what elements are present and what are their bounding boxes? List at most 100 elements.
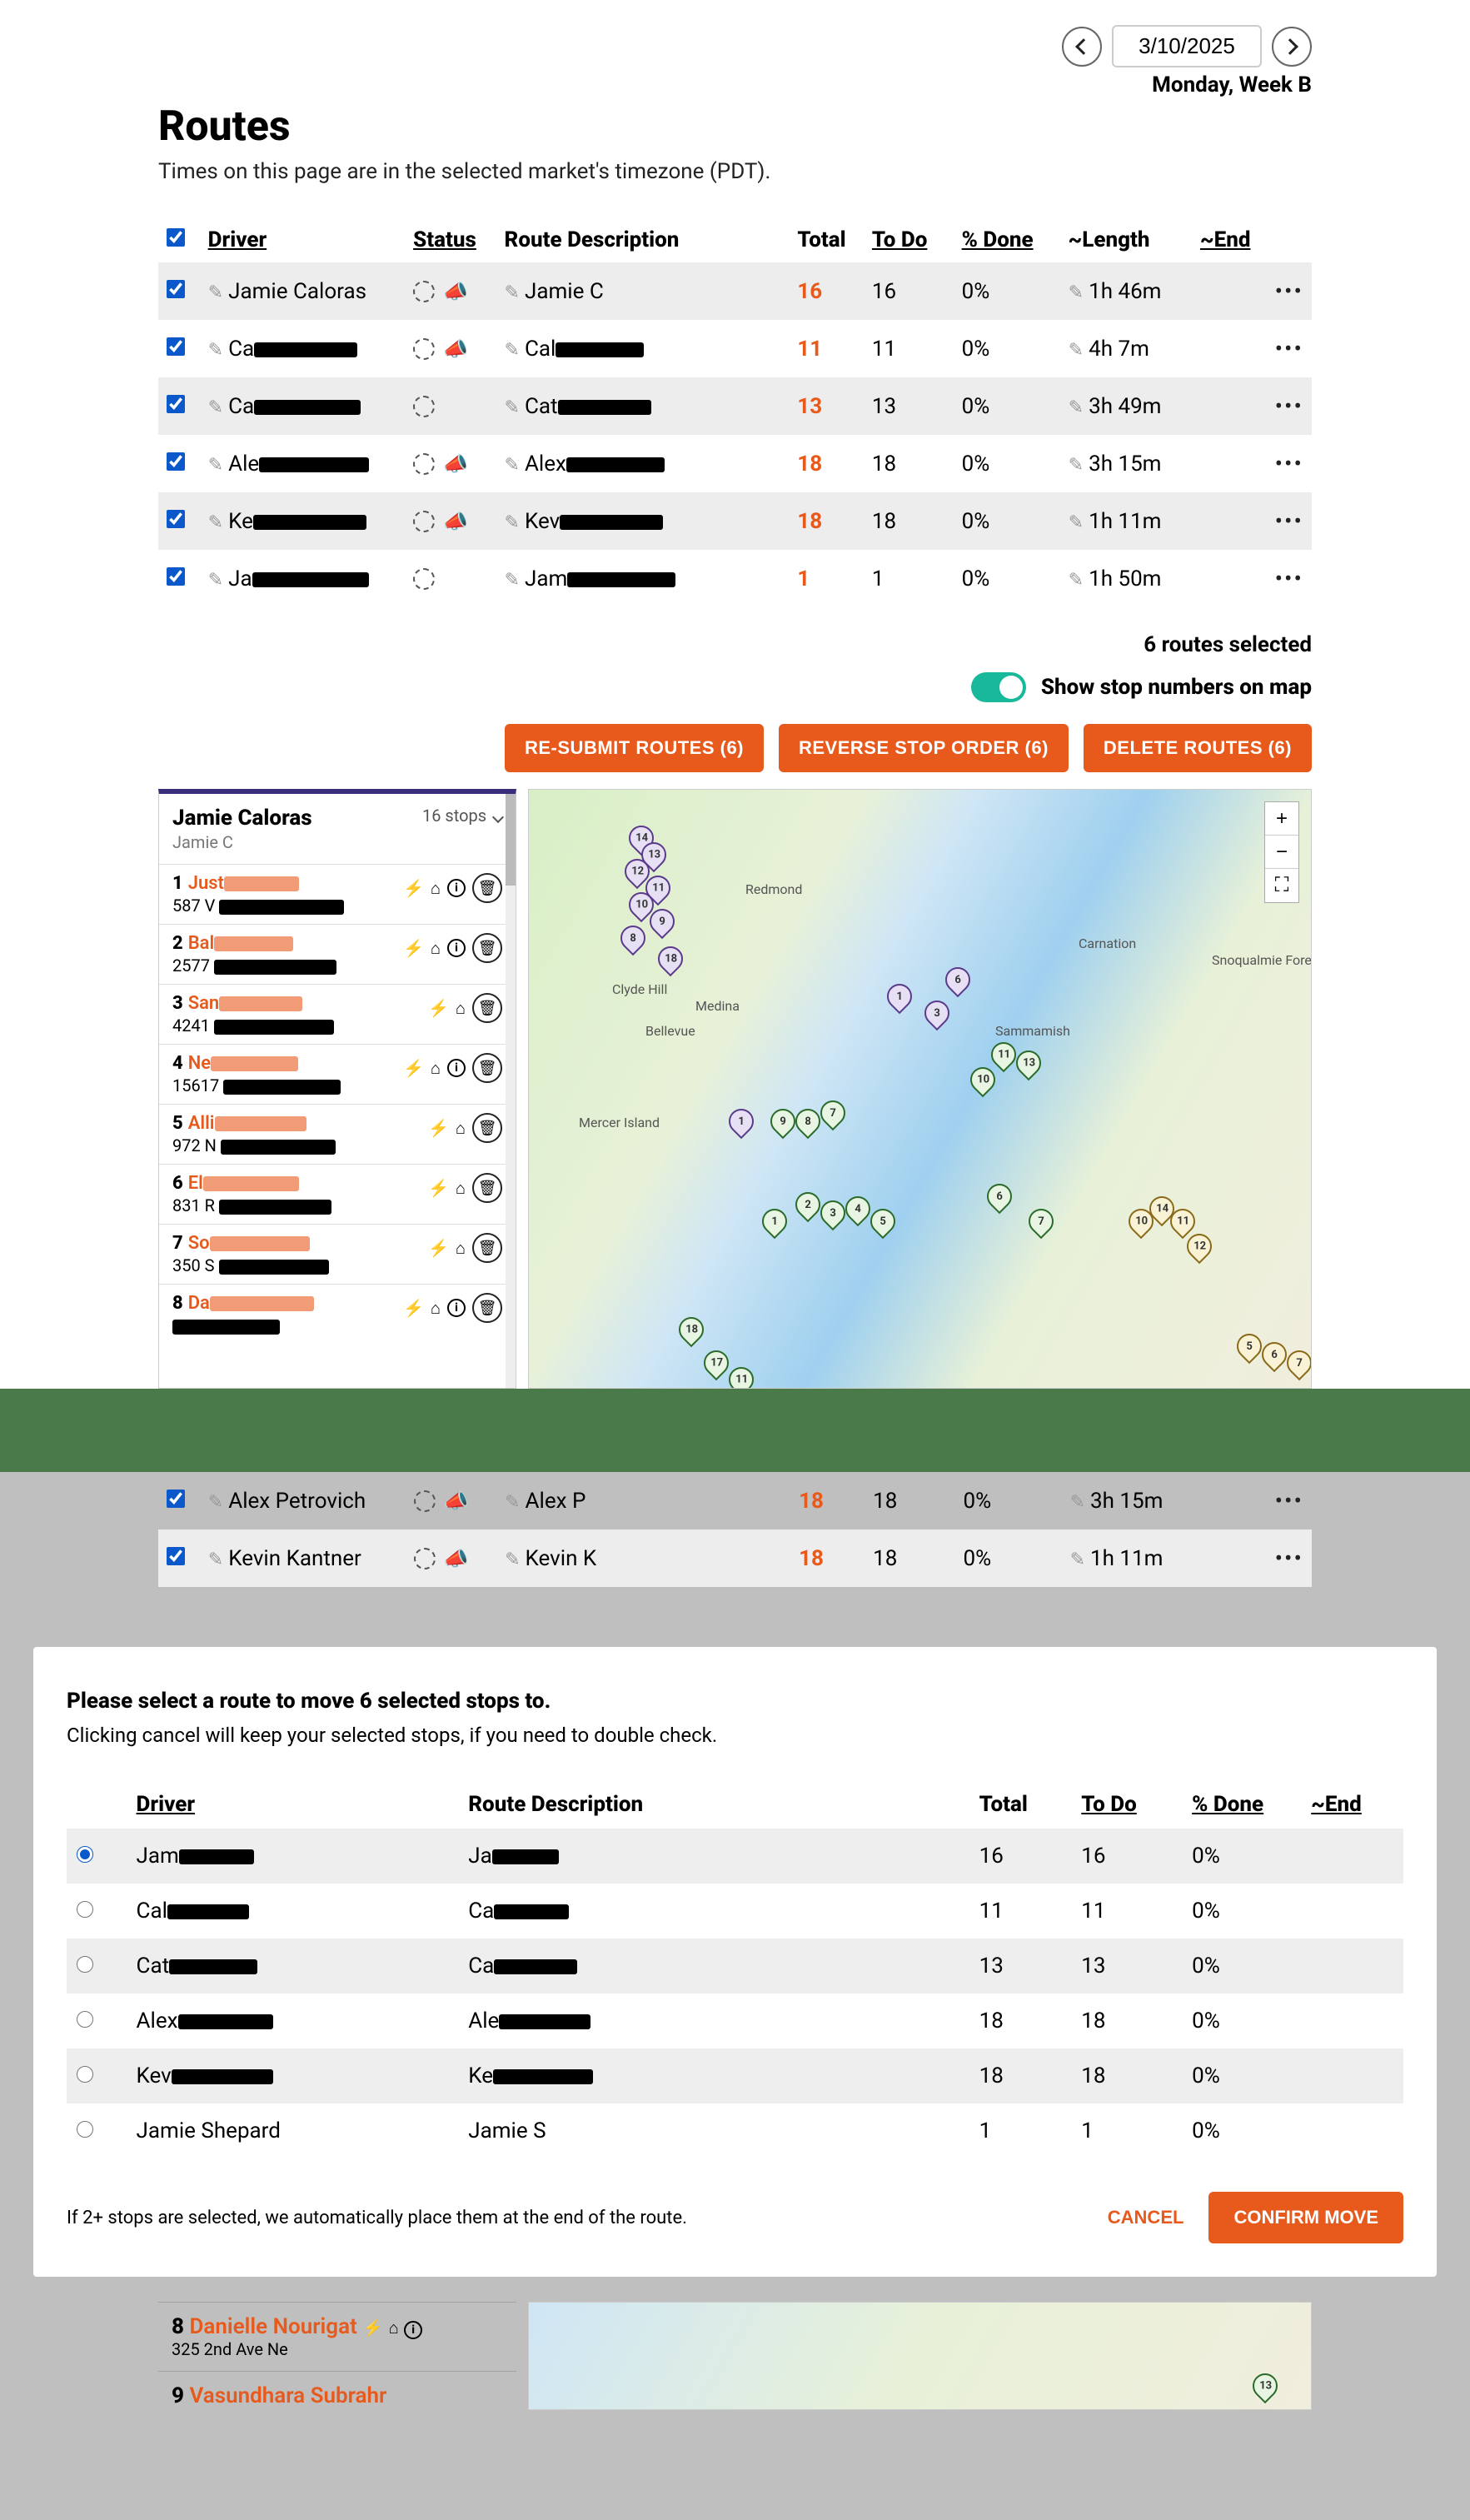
- list-item[interactable]: 7So 350 S ⚡ ⌂ 🗑: [159, 1224, 516, 1284]
- row-menu-button[interactable]: •••: [1275, 335, 1303, 362]
- table-row[interactable]: Jamie Shepard Jamie S 1 1 0%: [67, 2103, 1403, 2158]
- delete-stop-button[interactable]: 🗑: [472, 993, 502, 1023]
- col-driver[interactable]: Driver: [208, 227, 267, 252]
- row-checkbox[interactable]: [167, 567, 185, 586]
- mcol-pct[interactable]: % Done: [1192, 1792, 1263, 1817]
- pencil-icon[interactable]: ✎: [505, 1549, 520, 1570]
- pencil-icon[interactable]: ✎: [1069, 512, 1084, 533]
- info-icon[interactable]: i: [447, 939, 466, 957]
- pencil-icon[interactable]: ✎: [505, 397, 520, 418]
- list-item[interactable]: 8Da ⚡ ⌂ i 🗑: [159, 1284, 516, 1344]
- map-marker[interactable]: 9: [650, 906, 675, 936]
- route-radio[interactable]: [77, 2066, 93, 2083]
- map-marker[interactable]: 13: [1253, 2371, 1278, 2401]
- prev-date-button[interactable]: [1062, 27, 1102, 67]
- map-marker[interactable]: 12: [1187, 1231, 1212, 1261]
- map-marker[interactable]: 1: [887, 981, 912, 1011]
- row-menu-button[interactable]: •••: [1275, 1487, 1303, 1514]
- row-checkbox[interactable]: [167, 1490, 185, 1508]
- mcol-end[interactable]: ~End: [1311, 1792, 1361, 1817]
- map-marker[interactable]: 4: [845, 1194, 870, 1224]
- list-item[interactable]: 9 Vasundhara Subrahr: [158, 2371, 516, 2420]
- map-marker[interactable]: 7: [820, 1098, 845, 1128]
- info-icon[interactable]: i: [447, 1059, 466, 1077]
- col-todo[interactable]: To Do: [872, 227, 927, 252]
- map-zoom-out-button[interactable]: −: [1265, 836, 1298, 869]
- list-item[interactable]: 1Just 587 V ⚡ ⌂ i 🗑: [159, 864, 516, 924]
- pencil-icon[interactable]: ✎: [505, 282, 520, 303]
- col-pct-done[interactable]: % Done: [962, 227, 1034, 252]
- resubmit-routes-button[interactable]: RE-SUBMIT ROUTES (6): [505, 724, 764, 772]
- megaphone-icon[interactable]: 📣: [444, 1547, 469, 1570]
- map-marker[interactable]: 8: [795, 1106, 820, 1136]
- cancel-button[interactable]: CANCEL: [1108, 2207, 1184, 2228]
- pencil-icon[interactable]: ✎: [1070, 1492, 1085, 1513]
- route-radio[interactable]: [77, 1956, 93, 1973]
- list-item[interactable]: 6El 831 R ⚡ ⌂ 🗑: [159, 1164, 516, 1224]
- info-icon[interactable]: i: [447, 1299, 466, 1317]
- stops-count[interactable]: 16 stops: [422, 806, 502, 826]
- pencil-icon[interactable]: ✎: [505, 340, 520, 361]
- pencil-icon[interactable]: ✎: [1069, 455, 1084, 476]
- route-radio[interactable]: [77, 2121, 93, 2138]
- map-marker[interactable]: 9: [770, 1106, 795, 1136]
- row-menu-button[interactable]: •••: [1275, 565, 1303, 592]
- map-marker[interactable]: 6: [987, 1181, 1012, 1211]
- delete-stop-button[interactable]: 🗑: [472, 1113, 502, 1143]
- table-row[interactable]: Cal Ca 11 11 0%: [67, 1884, 1403, 1939]
- map-marker[interactable]: 18: [658, 944, 683, 974]
- pencil-icon[interactable]: ✎: [208, 282, 223, 303]
- info-icon[interactable]: i: [404, 2321, 422, 2339]
- megaphone-icon[interactable]: 📣: [443, 337, 468, 361]
- pencil-icon[interactable]: ✎: [208, 1549, 223, 1570]
- pencil-icon[interactable]: ✎: [208, 397, 223, 418]
- pencil-icon[interactable]: ✎: [1069, 340, 1084, 361]
- megaphone-icon[interactable]: 📣: [443, 280, 468, 303]
- map-marker[interactable]: 1: [729, 1106, 754, 1136]
- row-checkbox[interactable]: [167, 510, 185, 528]
- map-marker[interactable]: 7: [1287, 1348, 1312, 1378]
- map-marker[interactable]: 11: [729, 1365, 754, 1389]
- show-stop-numbers-toggle[interactable]: [971, 672, 1026, 702]
- map-marker[interactable]: 1: [762, 1206, 787, 1236]
- delete-stop-button[interactable]: 🗑: [472, 1053, 502, 1083]
- map-marker[interactable]: 6: [945, 965, 970, 995]
- row-menu-button[interactable]: •••: [1275, 277, 1303, 305]
- pencil-icon[interactable]: ✎: [208, 340, 223, 361]
- row-checkbox[interactable]: [167, 337, 185, 356]
- delete-stop-button[interactable]: 🗑: [472, 1173, 502, 1203]
- pencil-icon[interactable]: ✎: [208, 570, 223, 591]
- table-row[interactable]: Jam Ja 16 16 0%: [67, 1829, 1403, 1884]
- pencil-icon[interactable]: ✎: [1069, 570, 1084, 591]
- map-marker[interactable]: 2: [795, 1190, 820, 1220]
- confirm-move-button[interactable]: CONFIRM MOVE: [1208, 2192, 1403, 2243]
- delete-stop-button[interactable]: 🗑: [472, 1293, 502, 1323]
- mcol-driver[interactable]: Driver: [137, 1792, 195, 1817]
- megaphone-icon[interactable]: 📣: [444, 1490, 469, 1513]
- row-checkbox[interactable]: [167, 395, 185, 413]
- map[interactable]: + − ⛶ Redmond Bellevue Sammamish Mercer …: [528, 789, 1312, 1389]
- row-checkbox[interactable]: [167, 452, 185, 471]
- map-marker[interactable]: 5: [870, 1206, 895, 1236]
- pencil-icon[interactable]: ✎: [505, 455, 520, 476]
- map-marker[interactable]: 3: [820, 1198, 845, 1228]
- info-icon[interactable]: i: [447, 879, 466, 897]
- table-row[interactable]: Kev Ke 18 18 0%: [67, 2048, 1403, 2103]
- col-end[interactable]: ~End: [1200, 227, 1250, 252]
- list-item[interactable]: 8 Danielle Nourigat ⚡ ⌂ i 325 2nd Ave Ne: [158, 2302, 516, 2371]
- pencil-icon[interactable]: ✎: [208, 1492, 223, 1513]
- pencil-icon[interactable]: ✎: [208, 455, 223, 476]
- row-menu-button[interactable]: •••: [1275, 450, 1303, 477]
- date-input[interactable]: [1112, 25, 1262, 67]
- map-marker[interactable]: 13: [1016, 1048, 1041, 1078]
- map-marker[interactable]: 7: [1029, 1206, 1054, 1236]
- pencil-icon[interactable]: ✎: [505, 1492, 520, 1513]
- delete-stop-button[interactable]: 🗑: [472, 933, 502, 963]
- row-checkbox[interactable]: [167, 280, 185, 298]
- pencil-icon[interactable]: ✎: [208, 512, 223, 533]
- list-item[interactable]: 4Ne 15617 ⚡ ⌂ i 🗑: [159, 1044, 516, 1104]
- next-date-button[interactable]: [1272, 27, 1312, 67]
- col-status[interactable]: Status: [413, 227, 476, 252]
- route-radio[interactable]: [77, 1901, 93, 1918]
- select-all-checkbox[interactable]: [167, 228, 185, 247]
